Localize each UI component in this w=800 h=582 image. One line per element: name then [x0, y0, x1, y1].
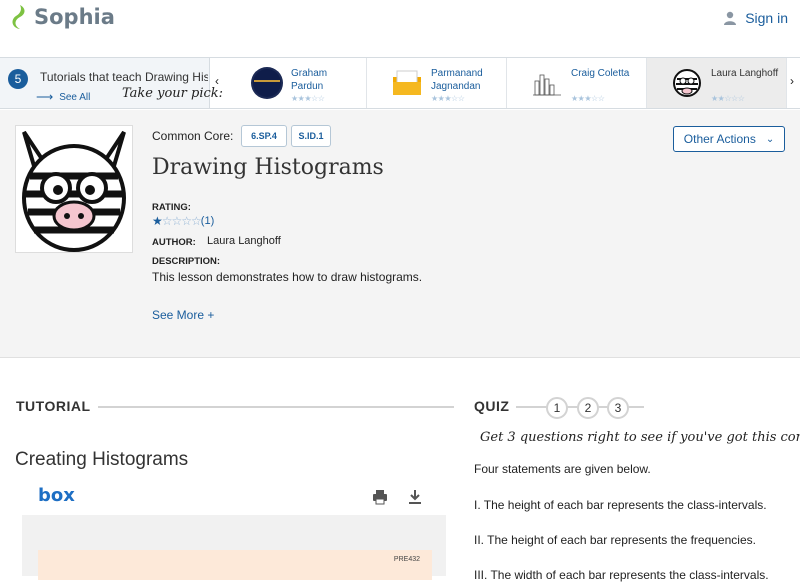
night-sky-thumb — [251, 67, 283, 99]
tutorial-card[interactable]: Graham Pardun ★★★☆☆ — [227, 58, 367, 108]
other-actions-label: Other Actions — [683, 132, 756, 146]
card-author: Craig Coletta — [571, 68, 630, 79]
quiz-step-2[interactable]: 2 — [577, 397, 599, 419]
document-code: PRE432 — [393, 556, 420, 563]
strip-title: Tutorials that teach Drawing Histograms — [40, 70, 208, 84]
zebra-thumb — [673, 69, 701, 97]
tutorial-count-badge: 5 — [8, 69, 28, 89]
tutorial-strip: 5 Tutorials that teach Drawing Histogram… — [0, 57, 800, 109]
see-all-label: See All — [59, 91, 91, 103]
pick-note: Take your pick: — [122, 86, 224, 101]
standard-tag[interactable]: S.ID.1 — [291, 125, 331, 147]
author-name[interactable]: Laura Langhoff — [207, 235, 281, 247]
quiz-question-line: III. The width of each bar represents th… — [474, 568, 769, 582]
rating-count: (1) — [200, 215, 215, 227]
author-label: AUTHOR: — [152, 237, 196, 248]
rating[interactable]: ★☆☆☆☆ (1) — [152, 214, 214, 228]
rating-label: RATING: — [152, 202, 191, 213]
document-viewer[interactable]: box PRE432 — [22, 481, 446, 580]
quiz-step-3[interactable]: 3 — [607, 397, 629, 419]
standard-tag[interactable]: 6.SP.4 — [241, 125, 287, 147]
tutorial-card[interactable]: Craig Coletta ★★★☆☆ — [507, 58, 647, 108]
other-actions-button[interactable]: Other Actions ⌄ — [673, 126, 785, 152]
tutorial-divider — [98, 406, 454, 408]
chevron-right-icon[interactable]: › — [790, 74, 794, 88]
card-author: Graham Pardun — [291, 68, 328, 92]
chevron-left-icon[interactable]: ‹ — [215, 74, 219, 88]
card-stars: ★★★☆☆ — [431, 94, 465, 103]
zebra-image — [22, 130, 126, 252]
sophia-logo[interactable]: Sophia — [10, 4, 115, 30]
lesson-thumbnail — [15, 125, 133, 253]
histogram-thumb — [531, 67, 563, 99]
sign-in-label: Sign in — [745, 10, 788, 26]
card-author: Parmanand Jagnandan — [431, 68, 483, 92]
description-label: DESCRIPTION: — [152, 256, 221, 267]
folder-thumb — [393, 70, 421, 95]
card-stars: ★★★☆☆ — [291, 94, 325, 103]
tutorial-card-active[interactable]: Laura Langhoff ★★☆☆☆ — [647, 58, 787, 108]
quiz-step-1[interactable]: 1 — [546, 397, 568, 419]
viewer-toolbar: box — [22, 481, 446, 515]
box-logo: box — [38, 485, 75, 506]
see-more-link[interactable]: See More + — [152, 308, 214, 322]
arrow-right-icon: ⟶ — [36, 90, 54, 104]
common-core-label: Common Core: — [152, 129, 234, 143]
description-text: This lesson demonstrates how to draw his… — [152, 270, 423, 284]
see-all-link[interactable]: ⟶ See All — [36, 90, 90, 104]
page-title: Drawing Histograms — [152, 155, 384, 180]
strip-intro: 5 Tutorials that teach Drawing Histogram… — [0, 58, 223, 108]
quiz-note: Get 3 questions right to see if you've g… — [480, 430, 800, 445]
tutorial-section-label: TUTORIAL — [16, 398, 91, 414]
card-author: Laura Langhoff — [711, 68, 779, 79]
card-stars: ★★★☆☆ — [571, 94, 605, 103]
quiz-section-label: QUIZ — [474, 398, 510, 414]
tutorial-card[interactable]: Parmanand Jagnandan ★★★☆☆ — [367, 58, 507, 108]
sign-in-link[interactable]: Sign in — [723, 10, 788, 26]
lesson-header: Common Core: 6.SP.4 S.ID.1 Drawing Histo… — [0, 110, 800, 358]
quiz-question-line: Four statements are given below. — [474, 462, 651, 476]
download-icon[interactable] — [408, 489, 422, 505]
quiz-question-line: I. The height of each bar represents the… — [474, 498, 767, 512]
chevron-down-icon: ⌄ — [765, 133, 775, 145]
quiz-question-line: II. The height of each bar represents th… — [474, 533, 756, 547]
tutorial-heading: Creating Histograms — [15, 449, 189, 470]
sophia-leaf-icon — [12, 5, 25, 29]
print-icon[interactable] — [372, 489, 388, 505]
brand-name: Sophia — [34, 5, 115, 29]
card-stars: ★★☆☆☆ — [711, 94, 745, 103]
top-bar: Sophia Sign in — [0, 0, 800, 56]
user-icon — [724, 11, 737, 25]
rating-stars: ★☆☆☆☆ — [152, 214, 202, 228]
